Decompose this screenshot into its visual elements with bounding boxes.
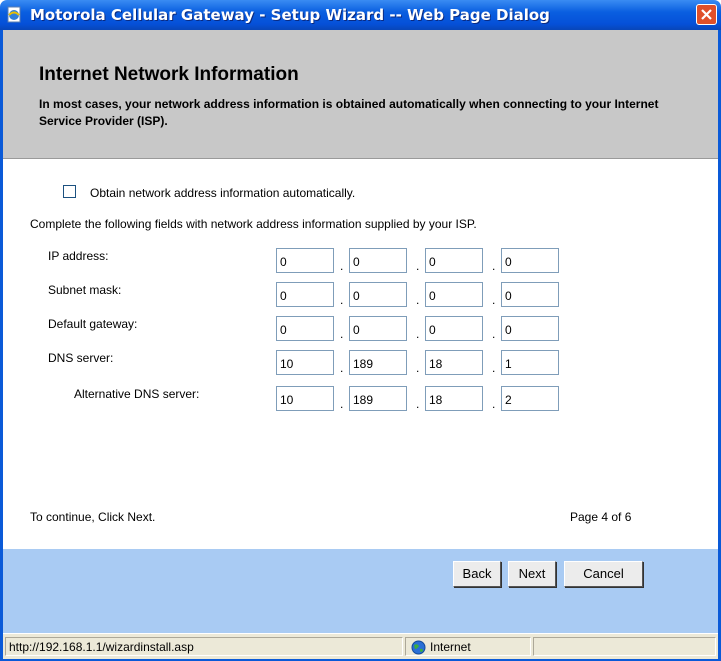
alt-dns-server-octet-1[interactable]: 10: [276, 386, 334, 411]
octet-separator: .: [492, 361, 496, 375]
security-zone: Internet: [405, 637, 531, 656]
back-button[interactable]: Back: [453, 561, 501, 587]
alt-dns-server-octet-3[interactable]: 18: [425, 386, 483, 411]
close-button[interactable]: [696, 4, 717, 25]
page-title: Internet Network Information: [39, 64, 299, 85]
alt-dns-server-octet-2[interactable]: 189: [349, 386, 407, 411]
ip-address-octet-3[interactable]: 0: [425, 248, 483, 273]
dns-server-octet-1[interactable]: 10: [276, 350, 334, 375]
continue-instruction: To continue, Click Next.: [30, 510, 156, 524]
instructions-text: Complete the following fields with netwo…: [30, 217, 477, 231]
subnet-mask-octet-3[interactable]: 0: [425, 282, 483, 307]
subnet-mask-octet-1[interactable]: 0: [276, 282, 334, 307]
dns-server-octet-3[interactable]: 18: [425, 350, 483, 375]
status-url: http://192.168.1.1/wizardinstall.asp: [5, 637, 403, 656]
default-gateway-octet-3[interactable]: 0: [425, 316, 483, 341]
field-row-default-gateway: Default gateway: 0 . 0 . 0 . 0: [3, 315, 718, 343]
ip-address-label: IP address:: [48, 249, 109, 263]
field-row-dns-server: DNS server: 10 . 189 . 18 . 1: [3, 349, 718, 377]
alt-dns-server-label: Alternative DNS server:: [74, 387, 200, 401]
dns-server-octet-2[interactable]: 189: [349, 350, 407, 375]
octet-separator: .: [492, 397, 496, 411]
alt-dns-server-octet-4[interactable]: 2: [501, 386, 559, 411]
page-indicator: Page 4 of 6: [570, 510, 632, 524]
window-titlebar: Motorola Cellular Gateway - Setup Wizard…: [0, 0, 721, 30]
octet-separator: .: [340, 361, 344, 375]
auto-obtain-checkbox[interactable]: [63, 185, 76, 198]
next-button[interactable]: Next: [508, 561, 556, 587]
octet-separator: .: [340, 293, 344, 307]
subnet-mask-octet-4[interactable]: 0: [501, 282, 559, 307]
dialog-content: Internet Network Information In most cas…: [3, 30, 718, 633]
octet-separator: .: [416, 361, 420, 375]
ie-page-icon: [6, 6, 23, 23]
wizard-header: Internet Network Information In most cas…: [3, 30, 718, 159]
octet-separator: .: [492, 293, 496, 307]
octet-separator: .: [416, 397, 420, 411]
dns-server-label: DNS server:: [48, 351, 114, 365]
octet-separator: .: [340, 397, 344, 411]
ip-address-octet-2[interactable]: 0: [349, 248, 407, 273]
octet-separator: .: [492, 259, 496, 273]
ip-address-octet-1[interactable]: 0: [276, 248, 334, 273]
cancel-button[interactable]: Cancel: [564, 561, 643, 587]
status-bar: http://192.168.1.1/wizardinstall.asp Int…: [3, 633, 718, 659]
default-gateway-label: Default gateway:: [48, 317, 138, 331]
ip-address-octet-4[interactable]: 0: [501, 248, 559, 273]
octet-separator: .: [416, 259, 420, 273]
octet-separator: .: [492, 327, 496, 341]
status-panel: [533, 637, 716, 656]
subnet-mask-label: Subnet mask:: [48, 283, 122, 297]
default-gateway-octet-4[interactable]: 0: [501, 316, 559, 341]
field-row-alt-dns-server: Alternative DNS server: 10 . 189 . 18 . …: [3, 385, 718, 413]
field-row-ip-address: IP address: 0 . 0 . 0 . 0: [3, 247, 718, 275]
page-description: In most cases, your network address info…: [39, 97, 659, 128]
window-title: Motorola Cellular Gateway - Setup Wizard…: [30, 6, 550, 24]
octet-separator: .: [416, 327, 420, 341]
zone-label: Internet: [430, 640, 471, 654]
field-row-subnet-mask: Subnet mask: 0 . 0 . 0 . 0: [3, 281, 718, 309]
default-gateway-octet-1[interactable]: 0: [276, 316, 334, 341]
subnet-mask-octet-2[interactable]: 0: [349, 282, 407, 307]
default-gateway-octet-2[interactable]: 0: [349, 316, 407, 341]
octet-separator: .: [340, 259, 344, 273]
globe-icon: [411, 640, 426, 659]
auto-obtain-label: Obtain network address information autom…: [90, 186, 356, 200]
close-icon: [701, 9, 712, 20]
octet-separator: .: [416, 293, 420, 307]
dns-server-octet-4[interactable]: 1: [501, 350, 559, 375]
octet-separator: .: [340, 327, 344, 341]
